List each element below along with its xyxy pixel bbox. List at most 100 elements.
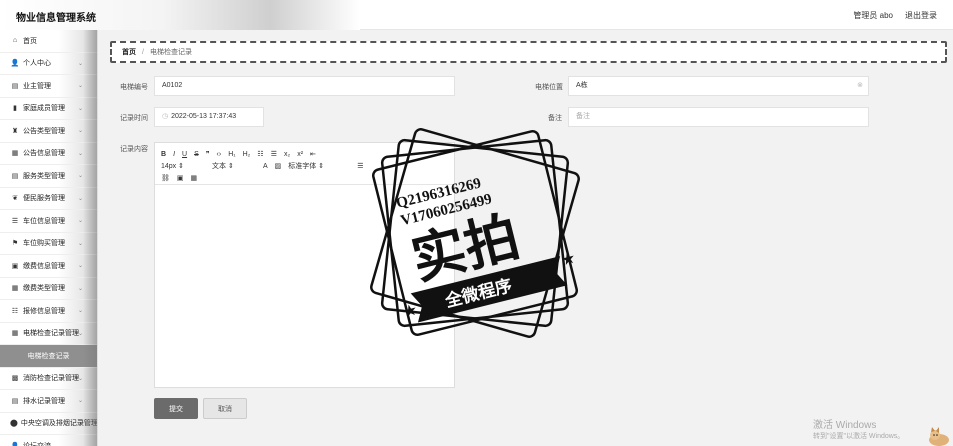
grid-icon: ▦ xyxy=(11,330,19,338)
chevron-down-icon[interactable]: ⌄ xyxy=(78,375,83,382)
sidebar-item[interactable]: ▤ 业主管理 ⌄ xyxy=(0,75,97,98)
sidebar-item-label: 论坛交流 xyxy=(23,441,51,446)
flag-icon: ⚑ xyxy=(11,240,19,248)
chevron-down-icon[interactable]: ⌄ xyxy=(78,330,83,337)
top-bar: 物业信息管理系统 管理员 abo 退出登录 xyxy=(0,0,953,30)
chevron-down-icon[interactable]: ⌄ xyxy=(78,240,83,247)
font-family-value: 标准字体 xyxy=(288,163,317,170)
chevron-down-icon[interactable]: ⌄ xyxy=(78,150,83,157)
chevron-down-icon[interactable]: ⌄ xyxy=(78,60,83,67)
sliders-icon: ☷ xyxy=(11,307,19,315)
sidebar-item[interactable]: ▦ 公告信息管理 ⌄ xyxy=(0,142,97,165)
sidebar-item[interactable]: ☷ 报修信息管理 ⌄ xyxy=(0,300,97,323)
elevator-no-label: 电梯编号 xyxy=(120,84,148,91)
sidebar-item[interactable]: 👤论坛交流 xyxy=(0,435,97,446)
remark-placeholder: 备注 xyxy=(576,113,590,120)
font-size-select[interactable]: 14px ⇕ xyxy=(161,162,205,170)
sidebar-item[interactable]: ⌂ 首页 xyxy=(0,30,97,53)
sidebar-item-label: 车位信息管理 xyxy=(23,217,65,225)
chevron-down-icon[interactable]: ⌄ xyxy=(78,82,83,89)
chevron-down-icon[interactable]: ⌄ xyxy=(78,262,83,269)
link-icon[interactable]: ⛓ xyxy=(161,174,170,182)
sidebar-item[interactable]: ▩ 消防检查记录管理 ⌄ xyxy=(0,367,97,390)
sidebar-item[interactable]: ⚑ 车位购买管理 ⌄ xyxy=(0,232,97,255)
windows-activation-notice: 激活 Windows 转到"设置"以激活 Windows。 xyxy=(813,420,904,442)
submit-button[interactable]: 提交 xyxy=(154,398,198,419)
home-icon: ⌂ xyxy=(12,37,18,45)
sidebar-item[interactable]: ❦ 便民服务管理 ⌄ xyxy=(0,187,97,210)
elevator-no-input[interactable]: A0102 xyxy=(154,76,455,96)
chevron-down-icon[interactable]: ⌄ xyxy=(78,307,83,314)
current-user[interactable]: 管理员 abo xyxy=(853,10,893,21)
time-value: 2022-05-13 17:37:43 xyxy=(171,113,237,120)
font-family-select[interactable]: 标准字体 ⇕ xyxy=(288,161,350,171)
trophy-icon: ♜ xyxy=(11,127,19,135)
heading2-icon[interactable]: H₂ xyxy=(243,151,251,158)
bar-chart-icon: ▮ xyxy=(13,105,17,113)
heading1-icon[interactable]: H₁ xyxy=(228,151,235,158)
watermark-stamp: Q2196316269 V17060256499 实拍 全微程序 ★ ★ xyxy=(370,128,580,338)
video-icon[interactable]: ▦ xyxy=(191,174,198,182)
chevron-down-icon[interactable]: ⌄ xyxy=(78,217,83,224)
chevron-down-icon[interactable]: ⌄ xyxy=(78,172,83,179)
bold-icon[interactable]: B xyxy=(161,151,166,158)
breadcrumb-current: 电梯检查记录 xyxy=(149,49,192,56)
film-icon: ▣ xyxy=(11,262,19,270)
remark-label: 备注 xyxy=(548,115,562,122)
user-icon: 👤 xyxy=(10,60,20,68)
table-icon: ▤ xyxy=(11,172,19,180)
bullet-list-icon[interactable]: ☰ xyxy=(271,150,277,158)
sidebar-item-label: 报修信息管理 xyxy=(23,307,65,315)
sidebar-item[interactable]: ▤ 服务类型管理 ⌄ xyxy=(0,165,97,188)
chevron-down-icon[interactable]: ⌄ xyxy=(78,195,83,202)
list-icon: ☰ xyxy=(11,217,19,225)
time-input[interactable]: ◷ 2022-05-13 17:37:43 xyxy=(154,107,264,127)
breadcrumb: 首页 / 电梯检查记录 xyxy=(110,41,947,63)
subscript-icon[interactable]: x₂ xyxy=(284,151,290,158)
sidebar-subitem[interactable]: 电梯检查记录 xyxy=(0,345,97,368)
chevron-down-icon[interactable]: ⌄ xyxy=(78,397,83,404)
sidebar-item[interactable]: ♜ 公告类型管理 ⌄ xyxy=(0,120,97,143)
indent-icon[interactable]: ⇤ xyxy=(310,150,316,158)
cancel-button[interactable]: 取消 xyxy=(203,398,247,419)
star-icon: ★ xyxy=(559,250,577,270)
sidebar-item[interactable]: ▮ 家庭成员管理 ⌄ xyxy=(0,97,97,120)
dog-mascot-icon xyxy=(929,427,949,446)
code-icon[interactable]: ‹› xyxy=(217,151,222,158)
sidebar-item-label: 服务类型管理 xyxy=(23,172,65,180)
quote-icon[interactable]: ❞ xyxy=(206,150,210,158)
sidebar-item[interactable]: ▤ 排水记录管理 ⌄ xyxy=(0,390,97,413)
remark-input[interactable]: 备注 xyxy=(568,107,869,127)
chevron-down-icon[interactable]: ⌄ xyxy=(78,105,83,112)
clear-icon[interactable]: ⊗ xyxy=(857,77,863,95)
font-size-value: 14px xyxy=(161,163,177,170)
sidebar-item-label: 公告信息管理 xyxy=(23,150,65,158)
sidebar-item-label: 消防检查记录管理 xyxy=(23,375,79,383)
sidebar-item[interactable]: ▣ 缴费信息管理 ⌄ xyxy=(0,255,97,278)
logout-link[interactable]: 退出登录 xyxy=(905,10,937,21)
background-color-icon[interactable]: ▨ xyxy=(275,162,282,170)
sidebar-item[interactable]: ⬤ 中央空调及排烟记录管理 xyxy=(0,412,97,435)
sidebar: ⌂ 首页 👤 个人中心 ⌄ ▤ 业主管理 ⌄ ▮ 家庭成员管理 ⌄ ♜ 公告类型管理 ⌄ ▦ 公告信息管理 ⌄ ▤… xyxy=(0,30,98,446)
breadcrumb-home[interactable]: 首页 xyxy=(122,47,136,57)
sidebar-item[interactable]: ☰ 车位信息管理 ⌄ xyxy=(0,210,97,233)
sidebar-item[interactable]: ▦ 电梯检查记录管理 ⌄ xyxy=(0,322,97,345)
ordered-list-icon[interactable]: ☷ xyxy=(257,150,263,158)
italic-icon[interactable]: I xyxy=(173,151,175,158)
strikethrough-icon[interactable]: S xyxy=(194,151,199,158)
sidebar-item[interactable]: 👤 个人中心 ⌄ xyxy=(0,52,97,75)
chevron-down-icon[interactable]: ⌄ xyxy=(78,285,83,292)
superscript-icon[interactable]: x² xyxy=(297,151,303,158)
text-type-select[interactable]: 文本 ⇕ xyxy=(212,161,256,171)
font-color-icon[interactable]: A xyxy=(263,163,268,170)
underline-icon[interactable]: U xyxy=(182,151,187,158)
align-icon[interactable]: ☰ xyxy=(357,162,363,170)
time-label: 记录时间 xyxy=(120,115,148,122)
location-input[interactable]: A栋 ⊗ xyxy=(568,76,869,96)
sidebar-item-label: 缴费信息管理 xyxy=(23,262,65,270)
table-icon: ▤ xyxy=(11,82,19,90)
sidebar-item[interactable]: ▦ 缴费类型管理 ⌄ xyxy=(0,277,97,300)
sidebar-item-label: 首页 xyxy=(23,37,37,45)
chevron-down-icon[interactable]: ⌄ xyxy=(78,127,83,134)
image-icon[interactable]: ▣ xyxy=(177,174,184,182)
